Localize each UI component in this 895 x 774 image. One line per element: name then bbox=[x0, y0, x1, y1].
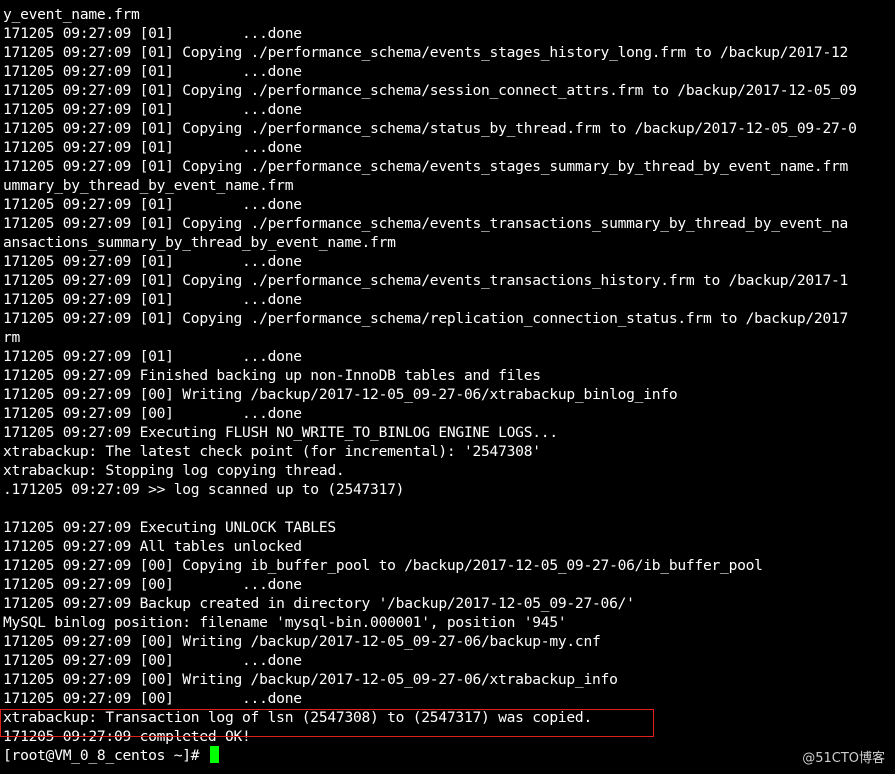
terminal-output: y_event_name.frm 171205 09:27:09 [01] ...… bbox=[3, 5, 895, 746]
terminal-line: 171205 09:27:09 [01] ...done bbox=[3, 291, 302, 308]
terminal-window[interactable]: y_event_name.frm 171205 09:27:09 [01] ...… bbox=[0, 0, 895, 774]
terminal-line: 171205 09:27:09 [01] ...done bbox=[3, 63, 302, 80]
terminal-line: .171205 09:27:09 >> log scanned up to (2… bbox=[3, 481, 405, 498]
terminal-line: 171205 09:27:09 [00] ...done bbox=[3, 405, 302, 422]
terminal-line: 171205 09:27:09 [01] ...done bbox=[3, 139, 302, 156]
terminal-line: 171205 09:27:09 Executing UNLOCK TABLES bbox=[3, 519, 336, 536]
terminal-line: 171205 09:27:09 [00] Writing /backup/201… bbox=[3, 671, 618, 688]
terminal-line: 171205 09:27:09 [01] ...done bbox=[3, 25, 302, 42]
terminal-line: 171205 09:27:09 [00] Writing /backup/201… bbox=[3, 386, 678, 403]
terminal-line: 171205 09:27:09 [01] ...done bbox=[3, 348, 302, 365]
terminal-line: 171205 09:27:09 [00] ...done bbox=[3, 690, 302, 707]
terminal-line: ansactions_summary_by_thread_by_event_na… bbox=[3, 234, 396, 251]
terminal-line: 171205 09:27:09 All tables unlocked bbox=[3, 538, 302, 555]
terminal-line: 171205 09:27:09 [01] ...done bbox=[3, 253, 302, 270]
terminal-line: 171205 09:27:09 [00] ...done bbox=[3, 652, 302, 669]
terminal-line: 171205 09:27:09 [00] ...done bbox=[3, 576, 302, 593]
shell-prompt: [root@VM_0_8_centos ~]# bbox=[3, 747, 208, 764]
terminal-line: xtrabackup: Transaction log of lsn (2547… bbox=[3, 709, 592, 726]
terminal-line: 171205 09:27:09 [01] Copying ./performan… bbox=[3, 82, 857, 99]
terminal-line: xtrabackup: Stopping log copying thread. bbox=[3, 462, 345, 479]
terminal-line: y_event_name.frm bbox=[3, 6, 140, 23]
terminal-line: rm bbox=[3, 329, 21, 346]
terminal-line: 171205 09:27:09 [00] Writing /backup/201… bbox=[3, 633, 601, 650]
terminal-line: 171205 09:27:09 [01] ...done bbox=[3, 101, 302, 118]
terminal-line: 171205 09:27:09 Backup created in direct… bbox=[3, 595, 635, 612]
terminal-line: 171205 09:27:09 [01] Copying ./performan… bbox=[3, 310, 849, 327]
terminal-line: xtrabackup: The latest check point (for … bbox=[3, 443, 541, 460]
terminal-line: 171205 09:27:09 [00] Copying ib_buffer_p… bbox=[3, 557, 763, 574]
terminal-line: 171205 09:27:09 completed OK! bbox=[3, 728, 251, 745]
terminal-line: 171205 09:27:09 [01] Copying ./performan… bbox=[3, 120, 857, 137]
terminal-line: 171205 09:27:09 [01] Copying ./performan… bbox=[3, 44, 849, 61]
terminal-line: MySQL binlog position: filename 'mysql-b… bbox=[3, 614, 567, 631]
terminal-line: 171205 09:27:09 Executing FLUSH NO_WRITE… bbox=[3, 424, 558, 441]
terminal-line: 171205 09:27:09 [01] Copying ./performan… bbox=[3, 215, 849, 232]
terminal-line: ummary_by_thread_by_event_name.frm bbox=[3, 177, 294, 194]
terminal-line: 171205 09:27:09 Finished backing up non-… bbox=[3, 367, 541, 384]
command-prompt-line[interactable]: [root@VM_0_8_centos ~]# bbox=[3, 746, 895, 765]
terminal-line: 171205 09:27:09 [01] Copying ./performan… bbox=[3, 272, 849, 289]
terminal-line: 171205 09:27:09 [01] ...done bbox=[3, 196, 302, 213]
terminal-line: 171205 09:27:09 [01] Copying ./performan… bbox=[3, 158, 849, 175]
terminal-cursor bbox=[209, 746, 219, 763]
